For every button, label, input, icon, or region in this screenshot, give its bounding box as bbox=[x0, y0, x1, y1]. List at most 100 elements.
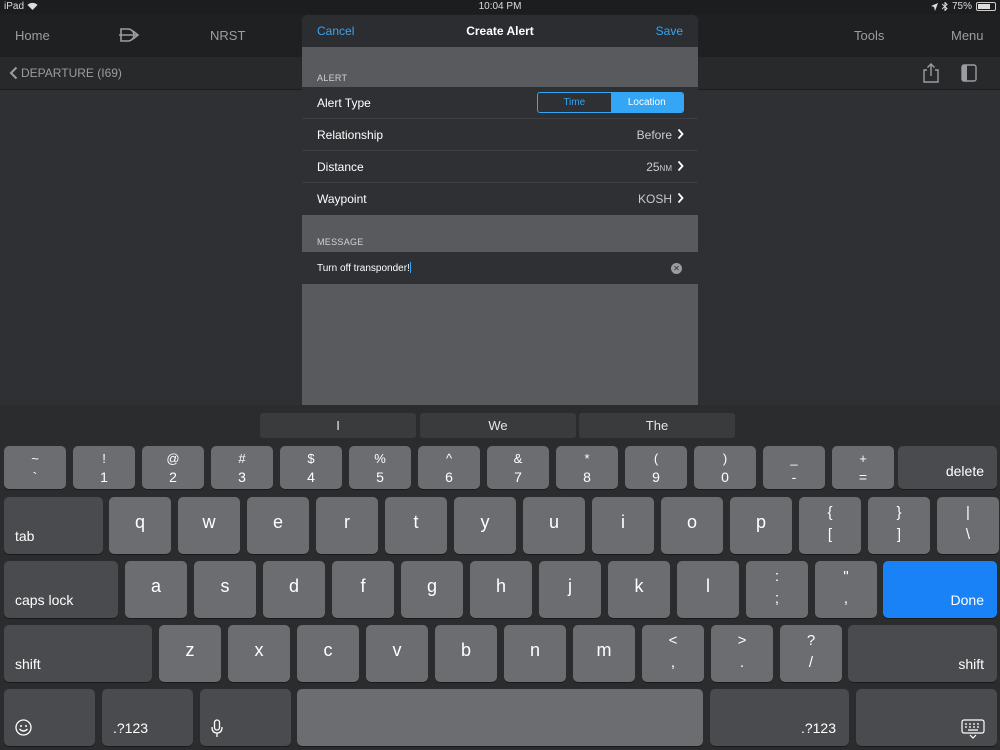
key-symbol[interactable]: ", bbox=[815, 561, 877, 618]
key-9[interactable]: (9 bbox=[625, 446, 687, 489]
nav-menu[interactable]: Menu bbox=[951, 28, 984, 43]
delete-key[interactable]: delete bbox=[898, 446, 997, 489]
back-label: DEPARTURE (I69) bbox=[21, 66, 122, 80]
key-q[interactable]: q bbox=[109, 497, 171, 554]
tab-key[interactable]: tab bbox=[4, 497, 103, 554]
key-symbol[interactable]: | \ bbox=[937, 497, 999, 554]
key-4[interactable]: $4 bbox=[280, 446, 342, 489]
waypoint-row[interactable]: Waypoint KOSH bbox=[302, 183, 698, 215]
key-symbol[interactable]: ? / bbox=[780, 625, 842, 682]
clear-icon[interactable]: ✕ bbox=[671, 263, 682, 274]
number-switch-label: .?123 bbox=[800, 720, 836, 736]
key-char: p bbox=[755, 512, 766, 532]
key-v[interactable]: v bbox=[366, 625, 428, 682]
key-shift-char: ( bbox=[653, 451, 659, 466]
direct-to-icon[interactable] bbox=[118, 27, 140, 43]
shift-right-key[interactable]: shift bbox=[848, 625, 997, 682]
key-o[interactable]: o bbox=[661, 497, 723, 554]
relationship-row[interactable]: Relationship Before bbox=[302, 119, 698, 151]
key-j[interactable]: j bbox=[539, 561, 601, 618]
emoji-key[interactable] bbox=[4, 689, 95, 746]
number-switch-right-key[interactable]: .?123 bbox=[710, 689, 849, 746]
key-8[interactable]: * 8 bbox=[556, 446, 618, 489]
caps-lock-label: caps lock bbox=[15, 592, 74, 608]
key-3[interactable]: #3 bbox=[211, 446, 273, 489]
key-d[interactable]: d bbox=[263, 561, 325, 618]
distance-row[interactable]: Distance 25NM bbox=[302, 151, 698, 183]
key-w[interactable]: w bbox=[178, 497, 240, 554]
key-=[interactable]: + = bbox=[832, 446, 894, 489]
key-char: i bbox=[621, 512, 625, 532]
key-z[interactable]: z bbox=[159, 625, 221, 682]
key-symbol[interactable]: {[ bbox=[799, 497, 861, 554]
key-l[interactable]: l bbox=[677, 561, 739, 618]
key--[interactable]: _ - bbox=[763, 446, 825, 489]
key-shift-char: : bbox=[774, 568, 780, 585]
key-shift-char: > bbox=[737, 632, 747, 649]
key-i[interactable]: i bbox=[592, 497, 654, 554]
key-symbol[interactable]: >. bbox=[711, 625, 773, 682]
number-switch-label: .?123 bbox=[113, 720, 149, 736]
key-f[interactable]: f bbox=[332, 561, 394, 618]
key-c[interactable]: c bbox=[297, 625, 359, 682]
nav-tools[interactable]: Tools bbox=[854, 28, 884, 43]
nav-nrst[interactable]: NRST bbox=[210, 28, 245, 43]
key-u[interactable]: u bbox=[523, 497, 585, 554]
key-char: z bbox=[185, 640, 195, 660]
suggestion-3[interactable]: The bbox=[579, 413, 735, 438]
key-s[interactable]: s bbox=[194, 561, 256, 618]
key-a[interactable]: a bbox=[125, 561, 187, 618]
segment-time[interactable]: Time bbox=[538, 93, 611, 112]
done-key[interactable]: Done bbox=[883, 561, 997, 618]
key-symbol[interactable]: }] bbox=[868, 497, 930, 554]
key-char: = bbox=[858, 469, 868, 485]
key-7[interactable]: & 7 bbox=[487, 446, 549, 489]
key-symbol[interactable]: :; bbox=[746, 561, 808, 618]
key-1[interactable]: ! 1 bbox=[73, 446, 135, 489]
key-b[interactable]: b bbox=[435, 625, 497, 682]
key-r[interactable]: r bbox=[316, 497, 378, 554]
key-n[interactable]: n bbox=[504, 625, 566, 682]
save-button[interactable]: Save bbox=[656, 24, 683, 38]
key-h[interactable]: h bbox=[470, 561, 532, 618]
key-t[interactable]: t bbox=[385, 497, 447, 554]
share-icon[interactable] bbox=[922, 63, 940, 83]
suggestion-2[interactable]: We bbox=[420, 413, 576, 438]
message-field[interactable]: Turn off transponder! ✕ bbox=[302, 252, 698, 284]
key-char: g bbox=[426, 576, 437, 596]
suggestion-1[interactable]: I bbox=[260, 413, 416, 438]
key-char: e bbox=[272, 512, 283, 532]
shift-left-key[interactable]: shift bbox=[4, 625, 152, 682]
chevron-left-icon bbox=[9, 66, 18, 80]
hide-keyboard-key[interactable] bbox=[856, 689, 997, 746]
sidebar-toggle-icon[interactable] bbox=[960, 63, 978, 83]
key-2[interactable]: @2 bbox=[142, 446, 204, 489]
key-char: ] bbox=[896, 526, 902, 543]
caps-lock-key[interactable]: caps lock bbox=[4, 561, 118, 618]
key-m[interactable]: m bbox=[573, 625, 635, 682]
key-x[interactable]: x bbox=[228, 625, 290, 682]
nav-home[interactable]: Home bbox=[15, 28, 50, 43]
number-switch-left-key[interactable]: .?123 bbox=[102, 689, 193, 746]
key-y[interactable]: y bbox=[454, 497, 516, 554]
key-symbol[interactable]: <, bbox=[642, 625, 704, 682]
key-shift-char: ? bbox=[806, 632, 816, 649]
space-key[interactable] bbox=[297, 689, 703, 746]
message-input[interactable]: Turn off transponder! bbox=[317, 262, 411, 274]
distance-value: 25NM bbox=[646, 160, 672, 174]
tab-label: tab bbox=[15, 528, 35, 544]
back-button[interactable]: DEPARTURE (I69) bbox=[9, 66, 122, 80]
segment-location[interactable]: Location bbox=[610, 93, 683, 112]
battery-percent: 75% bbox=[951, 1, 972, 12]
key-`[interactable]: ~ ` bbox=[4, 446, 66, 489]
dictation-key[interactable] bbox=[200, 689, 291, 746]
key-g[interactable]: g bbox=[401, 561, 463, 618]
key-0[interactable]: ) 0 bbox=[694, 446, 756, 489]
key-p[interactable]: p bbox=[730, 497, 792, 554]
key-char: w bbox=[202, 512, 216, 532]
distance-unit: NM bbox=[659, 164, 672, 173]
key-e[interactable]: e bbox=[247, 497, 309, 554]
key-5[interactable]: % 5 bbox=[349, 446, 411, 489]
key-6[interactable]: ^ 6 bbox=[418, 446, 480, 489]
key-k[interactable]: k bbox=[608, 561, 670, 618]
